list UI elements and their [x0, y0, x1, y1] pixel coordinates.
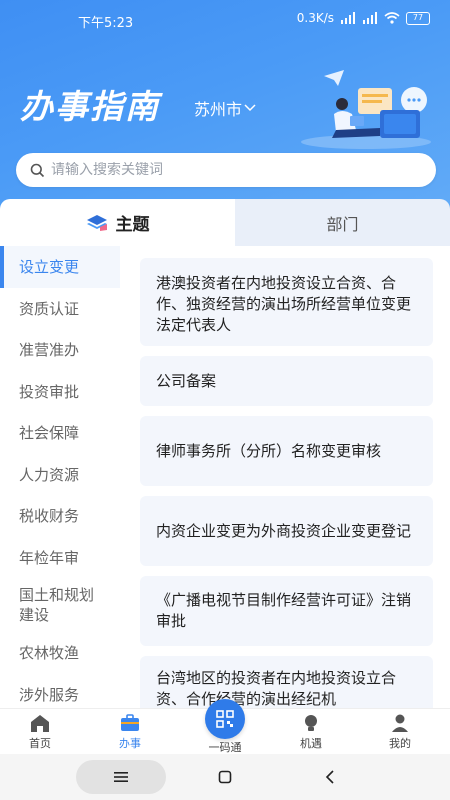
sidebar-item-social-security[interactable]: 社会保障 [0, 412, 128, 454]
service-list: 港澳投资者在内地投资设立合资、合作、独资经营的演出场所经营单位变更法定代表人 公… [140, 258, 433, 736]
city-label: 苏州市 [194, 100, 243, 119]
list-item-text: 公司备案 [156, 371, 217, 390]
briefcase-icon [121, 714, 139, 731]
layers-icon [86, 214, 107, 231]
header: 下午5:23 0.3K/s 77 办事指南 苏州市 [0, 0, 450, 215]
sidebar-item-foreign-services[interactable]: 涉外服务 [0, 674, 128, 709]
list-item-text: 内资企业变更为外商投资企业变更登记 [156, 521, 412, 540]
list-item[interactable]: 公司备案 [140, 356, 433, 406]
square-icon [218, 770, 232, 784]
nav-home-label: 首页 [29, 737, 51, 750]
content-area: 设立变更 资质认证 准营准办 投资审批 社会保障 人力资源 税收财务 年检年审 … [0, 246, 450, 726]
recent-apps-button[interactable] [76, 760, 166, 794]
menu-icon [114, 772, 128, 782]
nav-profile[interactable]: 我的 [370, 713, 430, 751]
sidebar-item-land-planning-label: 国土和规划建设 [19, 586, 95, 624]
sidebar-item-annual-inspection[interactable]: 年检年审 [0, 537, 128, 579]
tab-department[interactable]: 部门 [235, 199, 450, 246]
sidebar-item-business-permit[interactable]: 准营准办 [0, 329, 128, 371]
sidebar-item-land-planning[interactable]: 国土和规划建设 [0, 578, 128, 632]
tab-topic-label: 主题 [115, 215, 150, 235]
wifi-icon [384, 12, 400, 24]
user-icon [392, 714, 408, 732]
nav-profile-label: 我的 [389, 737, 411, 750]
list-item-text: 港澳投资者在内地投资设立合资、合作、独资经营的演出场所经营单位变更法定代表人 [156, 274, 412, 334]
list-item-text: 《广播电视节目制作经营许可证》注销审批 [156, 591, 412, 630]
sidebar-item-investment-approval[interactable]: 投资审批 [0, 371, 128, 413]
battery-icon: 77 [406, 11, 430, 25]
status-time: 下午5:23 [78, 16, 134, 31]
qr-code-icon [216, 710, 234, 728]
signal-icon-2 [363, 12, 377, 24]
tab-topic[interactable]: 主题 [0, 199, 235, 246]
back-chevron-icon [325, 770, 334, 784]
page-title: 办事指南 [20, 87, 160, 126]
net-speed: 0.3K/s [296, 11, 334, 25]
list-item[interactable]: 律师事务所（分所）名称变更审核 [140, 416, 433, 486]
search-input[interactable] [51, 162, 391, 178]
sidebar-item-agriculture[interactable]: 农林牧渔 [0, 632, 128, 674]
home-button[interactable] [180, 760, 270, 794]
category-sidebar: 设立变更 资质认证 准营准办 投资审批 社会保障 人力资源 税收财务 年检年审 … [0, 246, 128, 708]
nav-qr[interactable]: 一码通 [195, 739, 255, 755]
tab-bar: 主题 部门 [0, 199, 450, 246]
list-item[interactable]: 港澳投资者在内地投资设立合资、合作、独资经营的演出场所经营单位变更法定代表人 [140, 258, 433, 346]
sidebar-item-establishment-change[interactable]: 设立变更 [0, 246, 120, 288]
lightbulb-icon [305, 715, 317, 731]
bottom-nav: 首页 办事 一码通 机遇 我的 [0, 699, 450, 755]
list-item-text: 台湾地区的投资者在内地投资设立合资、合作经营的演出经纪机 [156, 669, 397, 708]
back-button[interactable] [285, 760, 375, 794]
nav-home[interactable]: 首页 [10, 713, 70, 751]
home-icon [31, 715, 49, 732]
status-bar: 下午5:23 0.3K/s 77 [0, 0, 450, 36]
system-nav-bar [0, 754, 450, 800]
list-item[interactable]: 内资企业变更为外商投资企业变更登记 [140, 496, 433, 566]
sidebar-item-tax-finance[interactable]: 税收财务 [0, 495, 128, 537]
nav-qr-label: 一码通 [208, 741, 242, 754]
sidebar-item-qualification[interactable]: 资质认证 [0, 288, 128, 330]
nav-qr-button[interactable] [205, 699, 245, 739]
header-illustration [301, 70, 431, 149]
chevron-down-icon [244, 104, 256, 112]
sidebar-item-human-resources[interactable]: 人力资源 [0, 454, 128, 496]
signal-icon [341, 12, 355, 24]
tab-department-label: 部门 [326, 214, 359, 234]
nav-opportunities[interactable]: 机遇 [281, 713, 341, 751]
list-item[interactable]: 《广播电视节目制作经营许可证》注销审批 [140, 576, 433, 646]
list-item-text: 律师事务所（分所）名称变更审核 [156, 441, 382, 460]
search-bar[interactable] [16, 153, 436, 187]
search-icon [30, 163, 45, 177]
status-icons: 0.3K/s 77 [297, 11, 430, 25]
nav-services-label: 办事 [119, 737, 141, 750]
city-selector[interactable]: 苏州市 [194, 96, 256, 120]
nav-services[interactable]: 办事 [100, 713, 160, 751]
nav-opportunities-label: 机遇 [300, 737, 322, 750]
